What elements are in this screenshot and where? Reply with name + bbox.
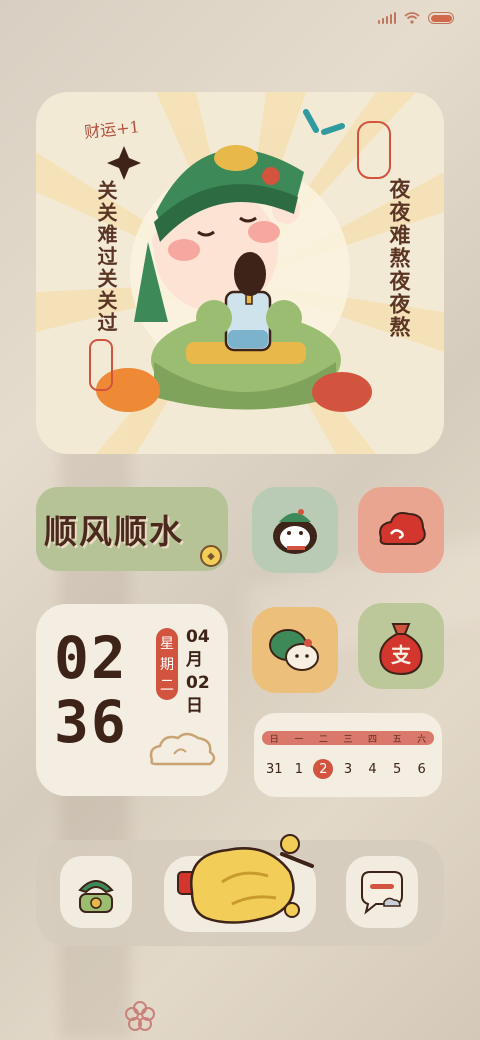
message-app-icon[interactable]: [346, 856, 418, 928]
calendar-day: 6: [417, 761, 426, 777]
red-cloud-app-icon[interactable]: [358, 487, 444, 573]
battery-icon: [428, 12, 454, 24]
date-column: 04 月 02 日: [186, 626, 210, 718]
signal-icon: [378, 12, 396, 24]
weekday-label: 二: [318, 734, 328, 745]
weekday-char: 期: [160, 657, 174, 673]
right-vertical-slogan: 夜夜难熬夜夜熬: [387, 178, 412, 339]
status-bar: [378, 12, 454, 24]
weekday-label: 六: [417, 734, 427, 745]
clock-minutes: 36: [54, 688, 128, 756]
week-calendar-widget[interactable]: 日 一 二 三 四 五 六 31 1 2 3 4 5 6: [254, 713, 442, 797]
calendar-day: 5: [392, 761, 402, 777]
weekday-header: 日 一 二 三 四 五 六: [262, 731, 434, 745]
coin-icon: ◆: [200, 545, 222, 567]
cloud-icon: [149, 732, 216, 766]
week-days: 31 1 2 3 4 5 6: [262, 759, 434, 779]
month-unit: 月: [186, 650, 203, 670]
weekday-label: 三: [343, 734, 353, 745]
wifi-icon: [404, 12, 420, 24]
weekday-label: 一: [294, 734, 304, 745]
calendar-day: 1: [294, 761, 303, 777]
clock-hours: 02: [54, 624, 128, 692]
flower-icon: [125, 1001, 155, 1031]
weekday-label: 日: [269, 734, 279, 745]
fortune-god-widget[interactable]: 财运+1 关关难过关关过 夜夜难熬夜夜熬: [36, 92, 444, 454]
shunfeng-text: 顺风顺水: [44, 512, 184, 551]
svg-text:支: 支: [391, 643, 412, 667]
calendar-day: 31: [266, 761, 283, 777]
weekday-badge: 星 期 二: [156, 628, 178, 700]
chat-bubbles-app-icon[interactable]: [252, 607, 338, 693]
golden-chicken-icon: [177, 834, 314, 924]
month-value: 04: [186, 627, 210, 647]
day-value: 02: [186, 673, 210, 693]
calendar-day-today: 2: [313, 759, 334, 779]
weekday-label: 五: [392, 734, 402, 745]
calendar-day: 4: [368, 761, 377, 777]
penguin-app-icon[interactable]: [252, 487, 338, 573]
weekday-char: 星: [160, 636, 174, 652]
day-unit: 日: [186, 696, 203, 716]
weekday-label: 四: [368, 734, 378, 745]
left-vertical-slogan: 关关难过关关过: [94, 180, 118, 334]
clock-widget[interactable]: 02 36 星 期 二 04 月 02 日: [36, 604, 228, 796]
weekday-char: 二: [160, 678, 174, 694]
calendar-day: 3: [343, 761, 353, 777]
payment-bag-app-icon[interactable]: 支: [358, 603, 444, 689]
shunfeng-widget[interactable]: 顺风顺水 ◆: [36, 487, 228, 571]
phone-app-icon[interactable]: [60, 856, 132, 928]
